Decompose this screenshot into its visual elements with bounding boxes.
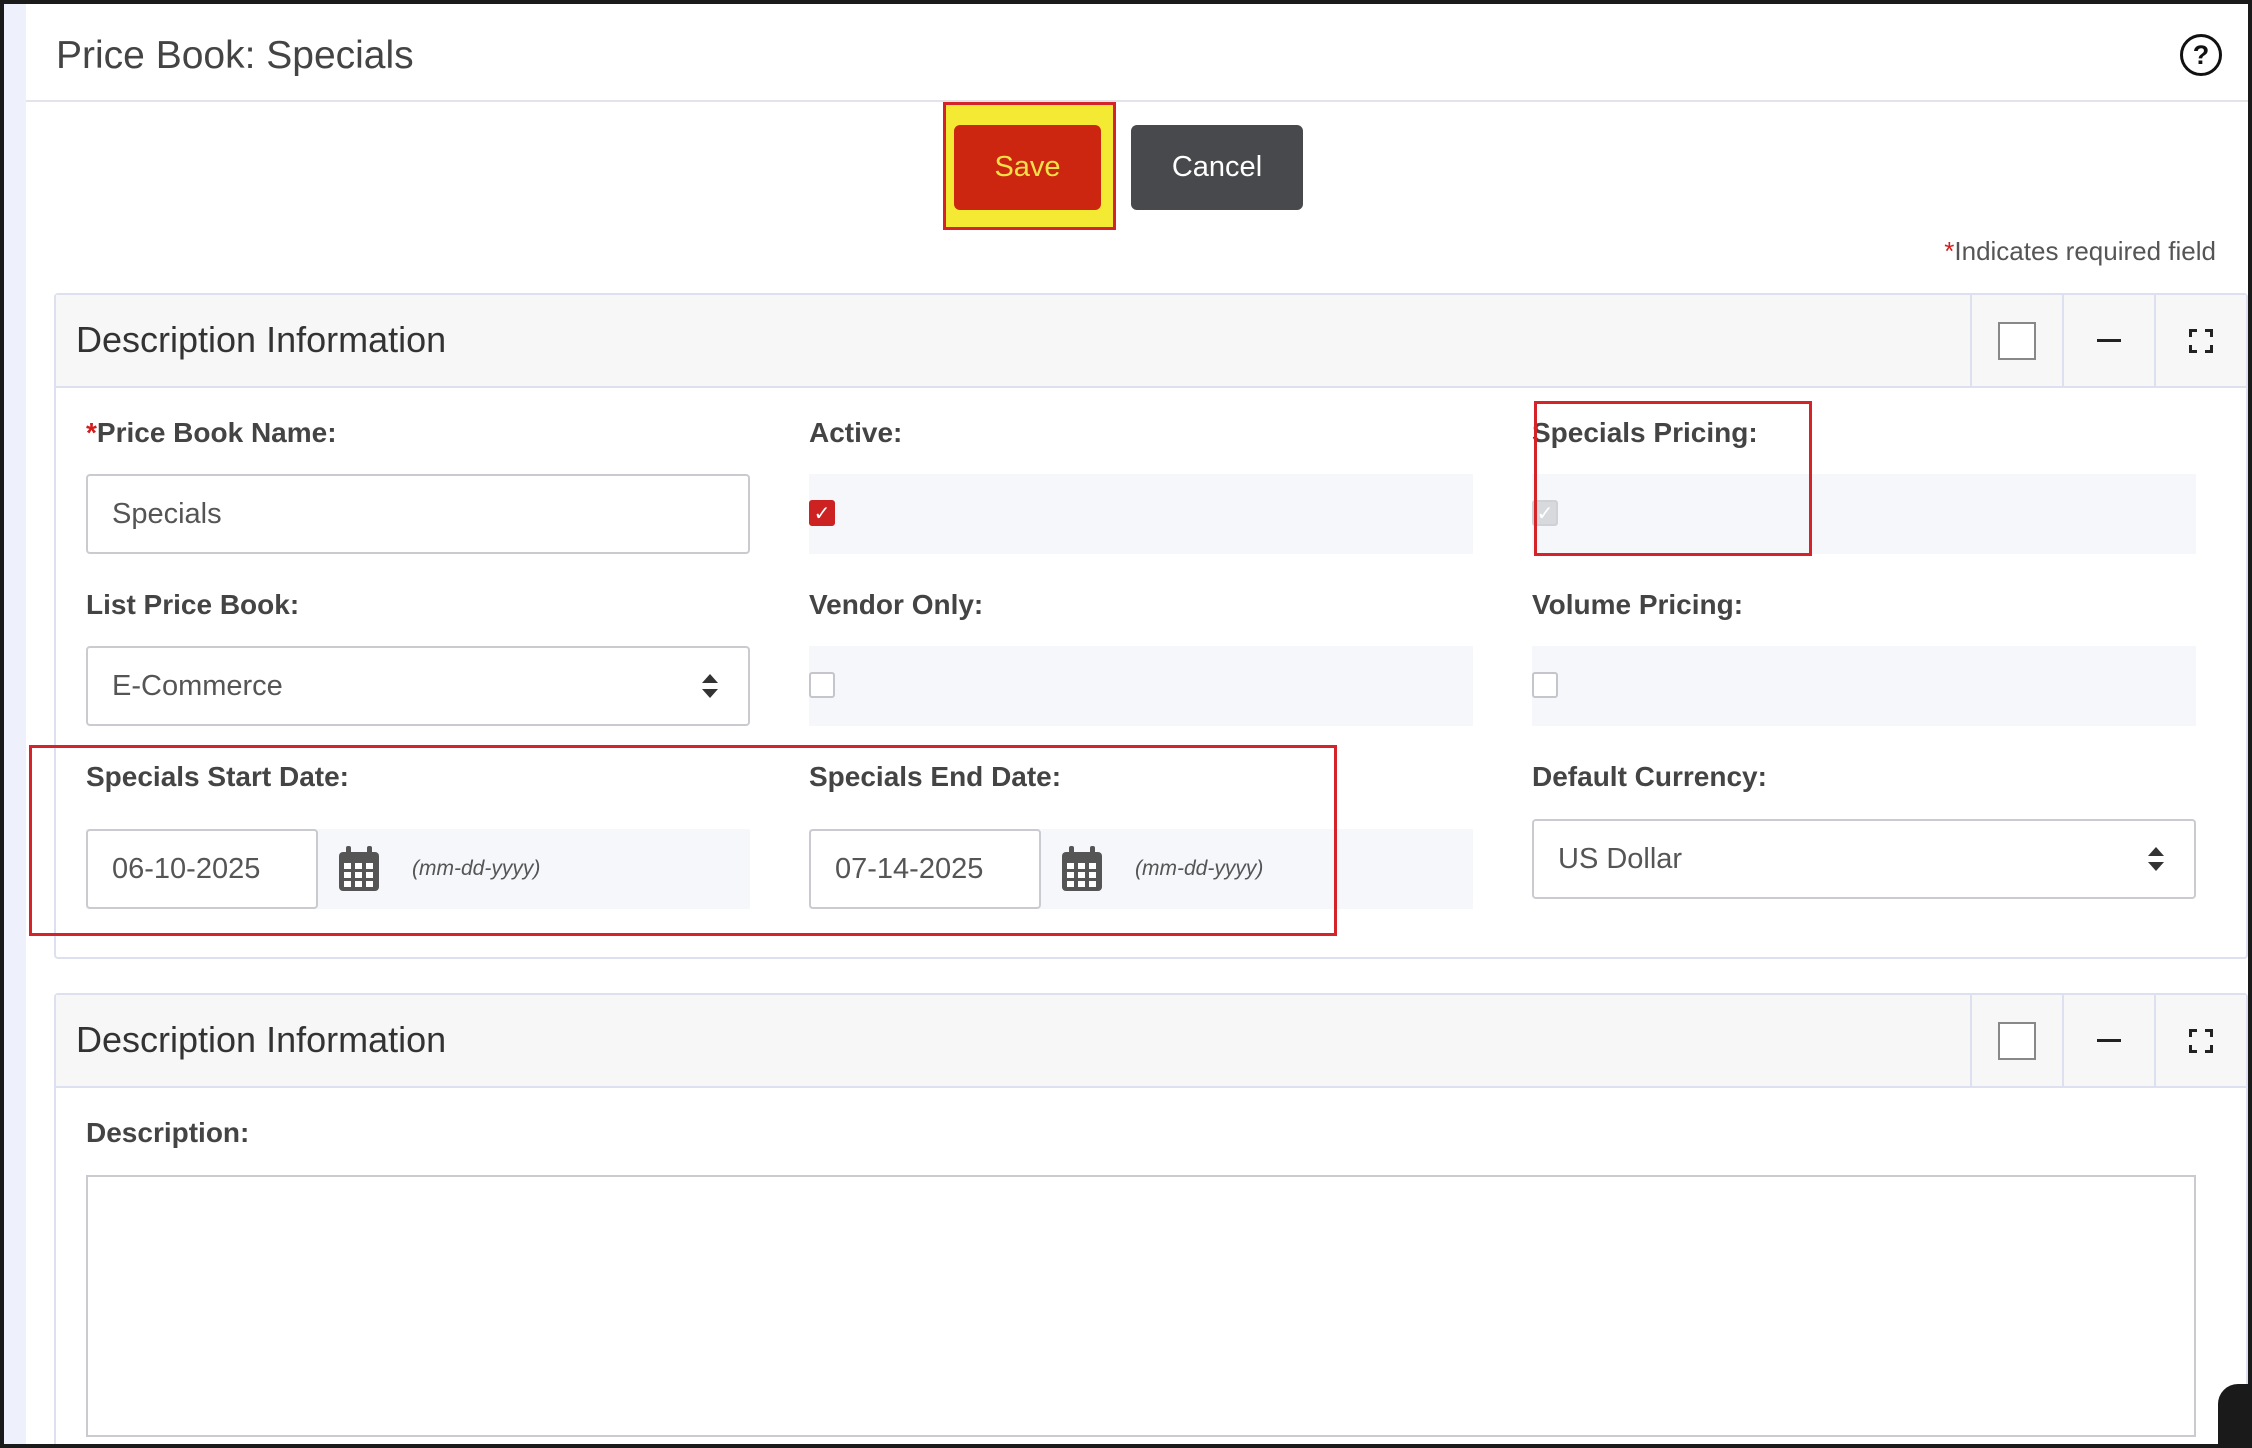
specials-pricing-highlight [1534, 401, 1812, 556]
window-corner [2218, 1384, 2248, 1444]
required-star: * [1944, 236, 1955, 266]
default-currency-select[interactable]: US Dollar [1532, 819, 2196, 899]
page: Price Book: Specials ? Save Cancel *Indi… [26, 4, 2248, 1444]
panel-fullscreen-button[interactable] [2154, 995, 2246, 1086]
list-price-book-label: List Price Book: [86, 589, 300, 620]
minimize-icon [2097, 1039, 2121, 1042]
panel-header: Description Information [56, 995, 2246, 1088]
default-currency-label: Default Currency: [1532, 761, 1767, 792]
minimize-icon [2097, 339, 2121, 342]
vendor-only-checkbox[interactable] [809, 672, 835, 698]
volume-pricing-label: Volume Pricing: [1532, 589, 1744, 620]
price-book-name-input[interactable]: Specials [86, 474, 750, 554]
panel-fullscreen-button[interactable] [2154, 295, 2246, 386]
panel-title: Description Information [76, 1019, 447, 1060]
description-information-panel-2: Description Information Description: [54, 993, 2248, 1444]
fullscreen-icon [2189, 328, 2213, 353]
vendor-only-label: Vendor Only: [809, 589, 984, 620]
active-field: ✓ [809, 474, 1473, 554]
price-book-name-label: *Price Book Name: [86, 417, 337, 449]
panel-square-icon [1998, 321, 2036, 360]
description-label: Description: [86, 1117, 250, 1148]
specials-dates-highlight [29, 745, 1337, 936]
panel-toggle-button[interactable] [1970, 295, 2062, 386]
panel-toggle-button[interactable] [1970, 995, 2062, 1086]
volume-pricing-field [1532, 646, 2196, 726]
select-arrows-icon [2148, 847, 2164, 871]
volume-pricing-checkbox[interactable] [1532, 672, 1558, 698]
description-information-panel: Description Information *Price Book Name… [29, 293, 2248, 959]
list-price-book-select[interactable]: E-Commerce [86, 646, 750, 726]
help-icon[interactable]: ? [2180, 34, 2222, 76]
vendor-only-field [809, 646, 1473, 726]
required-field-note: *Indicates required field [1944, 236, 2216, 267]
active-checkbox[interactable]: ✓ [809, 500, 835, 526]
cancel-button[interactable]: Cancel [1131, 125, 1303, 210]
description-textarea[interactable] [86, 1175, 2196, 1437]
panel-header: Description Information [56, 295, 2246, 388]
active-label: Active: [809, 417, 903, 448]
save-button[interactable]: Save [954, 125, 1101, 210]
required-note-text: Indicates required field [1954, 236, 2216, 266]
panel-minimize-button[interactable] [2062, 295, 2154, 386]
panel-minimize-button[interactable] [2062, 995, 2154, 1086]
page-header: Price Book: Specials ? [26, 4, 2248, 102]
panel-square-icon [1998, 1021, 2036, 1060]
price-book-name-label-text: Price Book Name: [96, 417, 337, 448]
required-star: * [86, 417, 97, 448]
list-price-book-value: E-Commerce [112, 669, 283, 702]
panel-title: Description Information [76, 319, 447, 360]
select-arrows-icon [702, 674, 718, 698]
default-currency-value: US Dollar [1558, 842, 1683, 875]
page-title: Price Book: Specials [56, 34, 414, 77]
app-frame: Price Book: Specials ? Save Cancel *Indi… [4, 4, 2248, 1444]
fullscreen-icon [2189, 1028, 2213, 1053]
